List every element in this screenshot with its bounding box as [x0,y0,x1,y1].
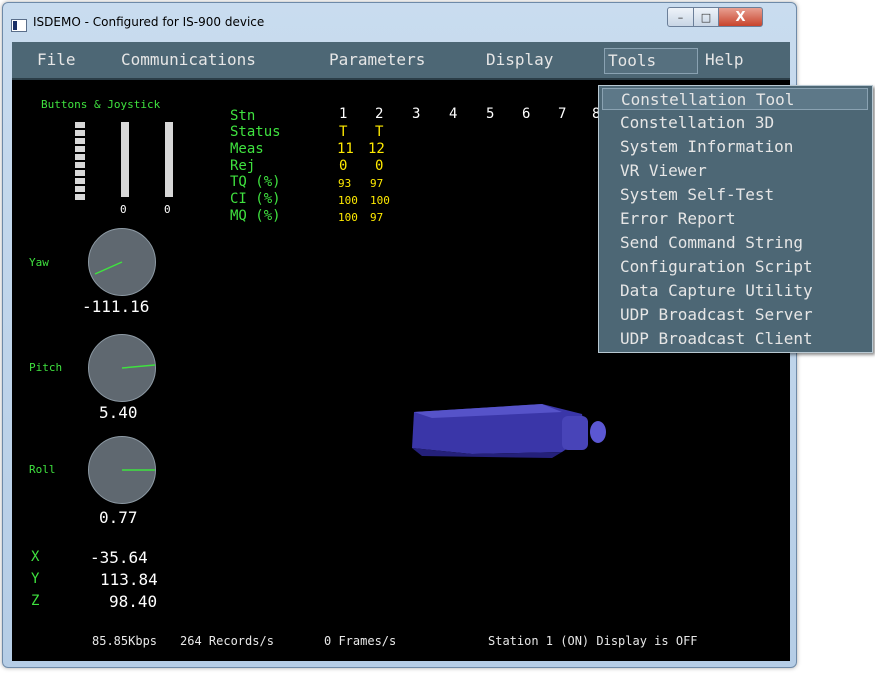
pitch-dial [88,334,156,402]
stn-header-6: 6 [522,106,531,122]
close-button[interactable]: X [718,7,763,27]
menu-item-system-information[interactable]: System Information [602,136,868,158]
tq-value-1: 93 [338,177,352,190]
pitch-needle [121,364,155,369]
z-label: Z [31,593,40,609]
stn-header-3: 3 [412,106,421,122]
yaw-needle [94,261,123,275]
menu-tools[interactable]: Tools [604,48,698,74]
yaw-value: -111.16 [82,297,150,316]
menu-item-send-command-string[interactable]: Send Command String [602,232,868,254]
pitch-value: 5.40 [99,403,138,422]
meas-value-2: 12 [368,141,385,157]
ci-value-1: 100 [338,194,358,207]
menu-item-constellation-tool[interactable]: Constellation Tool [602,88,868,110]
tq-row-label: TQ (%) [230,174,281,190]
stn-header-7: 7 [558,106,567,122]
rej-value-1: 0 [339,158,348,174]
status-value-2: T [375,124,384,140]
menu-item-error-report[interactable]: Error Report [602,208,868,230]
yaw-label: Yaw [29,256,49,269]
menu-communications[interactable]: Communications [118,48,259,72]
menu-display[interactable]: Display [483,48,556,72]
pitch-label: Pitch [29,361,63,374]
menu-item-udp-broadcast-server[interactable]: UDP Broadcast Server [602,304,868,326]
status-row-label: Status [230,124,281,140]
menu-item-data-capture-utility[interactable]: Data Capture Utility [602,280,868,302]
frames-rate: 0 Frames/s [324,634,397,648]
mq-value-2: 97 [370,211,384,224]
mq-value-1: 100 [338,211,358,224]
status-value-1: T [339,124,348,140]
ci-value-2: 100 [370,194,390,207]
stn-header-4: 4 [449,106,458,122]
roll-needle [122,469,155,471]
menu-item-constellation-3d[interactable]: Constellation 3D [602,112,868,134]
stn-header-2: 2 [375,106,384,122]
stn-header-5: 5 [486,106,495,122]
buttons-joystick-label: Buttons & Joystick [41,98,161,111]
tracker-3d-model [412,404,606,458]
stn-header-1: 1 [339,106,348,122]
menu-item-udp-broadcast-client[interactable]: UDP Broadcast Client [602,328,868,350]
menu-item-system-self-test[interactable]: System Self-Test [602,184,868,206]
minimize-button[interactable]: – [667,7,694,27]
z-value: 98.40 [109,592,158,611]
joystick-x-value: 0 [120,203,127,216]
station-status: Station 1 (ON) Display is OFF [488,634,698,648]
button-indicators [75,122,85,202]
data-rate: 85.85Kbps [92,634,158,648]
x-label: X [31,549,40,565]
app-icon [11,19,27,32]
joystick-y-value: 0 [164,203,171,216]
x-value: -35.64 [90,548,148,567]
title-bar[interactable]: ISDEMO - Configured for IS-900 device – … [3,3,796,41]
tq-value-2: 97 [370,177,384,190]
yaw-dial [88,228,156,296]
menu-help[interactable]: Help [702,48,747,72]
roll-value: 0.77 [99,508,138,527]
records-rate: 264 Records/s [180,634,274,648]
menu-parameters[interactable]: Parameters [326,48,428,72]
menu-item-vr-viewer[interactable]: VR Viewer [602,160,868,182]
ci-row-label: CI (%) [230,191,281,207]
maximize-button[interactable]: □ [693,7,719,27]
meas-row-label: Meas [230,141,264,157]
menu-bar: File Communications Parameters Display T… [12,42,790,80]
meas-value-1: 11 [337,141,354,157]
menu-item-configuration-script[interactable]: Configuration Script [602,256,868,278]
rej-row-label: Rej [230,158,256,174]
y-label: Y [31,571,40,587]
window-title: ISDEMO - Configured for IS-900 device [33,15,265,29]
mq-row-label: MQ (%) [230,208,281,224]
tools-dropdown-menu: Constellation Tool Constellation 3D Syst… [598,85,873,353]
roll-dial [88,436,156,504]
menu-file[interactable]: File [34,48,79,72]
rej-value-2: 0 [375,158,384,174]
stn-header-label: Stn [230,108,256,124]
y-value: 113.84 [100,570,158,589]
joystick-y-bar [165,122,173,197]
roll-label: Roll [29,463,56,476]
joystick-x-bar [121,122,129,197]
